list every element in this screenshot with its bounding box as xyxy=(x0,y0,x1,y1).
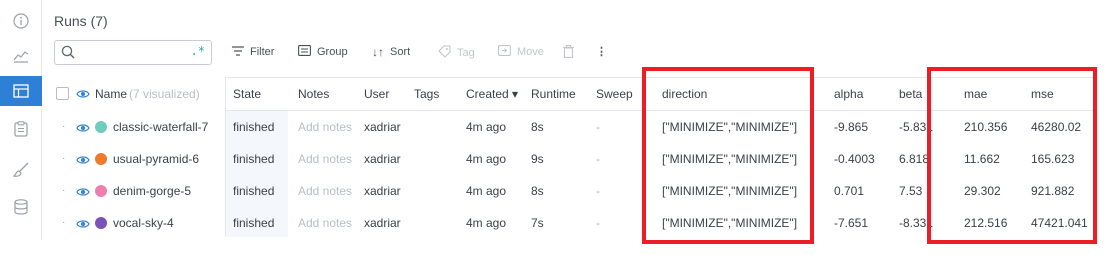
highlight-box-metrics xyxy=(927,67,1097,244)
filter-icon xyxy=(232,45,244,59)
cell-sweep: - xyxy=(596,152,600,166)
cell-user: xadriar xyxy=(364,184,401,198)
header-state[interactable]: State xyxy=(233,77,261,111)
run-name-link[interactable]: denim-gorge-5 xyxy=(113,175,191,207)
info-icon[interactable] xyxy=(0,6,42,36)
filter-button[interactable]: Filter xyxy=(232,45,274,59)
cell-state: finished xyxy=(233,152,275,166)
table-row[interactable]: · classic-waterfall-7 finished Add notes xad… xyxy=(0,111,1081,143)
cell-created: 4m ago xyxy=(466,216,507,230)
cell-notes[interactable]: Add notes xyxy=(298,175,352,207)
group-button[interactable]: Group xyxy=(298,45,348,59)
cell-sweep: - xyxy=(596,216,600,230)
eye-icon[interactable] xyxy=(76,111,90,143)
filter-label: Filter xyxy=(250,46,275,58)
run-name-link[interactable]: usual-pyramid-6 xyxy=(113,143,199,175)
header-runtime[interactable]: Runtime xyxy=(531,77,576,111)
search-input[interactable]: .* xyxy=(54,40,212,65)
sort-button[interactable]: ↓↑ Sort xyxy=(372,45,410,59)
move-icon xyxy=(498,45,511,59)
cell-state: finished xyxy=(233,184,275,198)
row-handle-icon[interactable]: · xyxy=(62,143,65,175)
cell-notes[interactable]: Add notes xyxy=(298,111,352,143)
eye-icon[interactable] xyxy=(76,77,90,109)
highlight-box-direction xyxy=(642,67,814,244)
cell-alpha: 0.701 xyxy=(834,184,865,198)
cell-runtime: 8s xyxy=(531,184,544,198)
header-sweep[interactable]: Sweep xyxy=(596,77,633,111)
header-created-label: Created xyxy=(466,87,509,101)
sort-icon: ↓↑ xyxy=(372,45,384,59)
cell-alpha: -7.651 xyxy=(834,216,869,230)
cell-notes[interactable]: Add notes xyxy=(298,207,352,239)
cell-alpha: -9.865 xyxy=(834,120,869,134)
group-label: Group xyxy=(317,46,348,58)
run-color-dot[interactable] xyxy=(95,121,107,133)
cell-created: 4m ago xyxy=(466,120,507,134)
move-button[interactable]: Move xyxy=(498,45,544,59)
cell-user: xadriar xyxy=(364,152,401,166)
cell-beta: 7.53 xyxy=(899,184,923,198)
run-color-dot[interactable] xyxy=(95,185,107,197)
move-label: Move xyxy=(517,46,544,58)
run-color-dot[interactable] xyxy=(95,153,107,165)
visualized-count: (7 visualized) xyxy=(129,87,200,101)
sort-label: Sort xyxy=(390,46,411,58)
cell-runtime: 8s xyxy=(531,120,544,134)
regex-toggle[interactable]: .* xyxy=(191,44,205,58)
row-handle-icon[interactable]: · xyxy=(62,207,65,239)
run-color-dot[interactable] xyxy=(95,217,107,229)
cell-runtime: 7s xyxy=(531,216,544,230)
eye-icon[interactable] xyxy=(76,207,90,239)
group-icon xyxy=(298,45,311,59)
run-name-link[interactable]: vocal-sky-4 xyxy=(113,207,174,239)
cell-alpha: -0.4003 xyxy=(834,152,875,166)
cell-sweep: - xyxy=(596,184,600,198)
chart-icon[interactable] xyxy=(0,40,42,70)
more-options-button[interactable]: ⋮ xyxy=(596,45,607,58)
header-created[interactable]: Created ▾ xyxy=(466,77,518,111)
header-user[interactable]: User xyxy=(364,77,389,111)
row-handle-icon[interactable]: · xyxy=(62,175,65,207)
cell-beta: 6.818 xyxy=(899,152,930,166)
cell-state: finished xyxy=(233,120,275,134)
table-icon[interactable] xyxy=(0,76,42,106)
table-row[interactable]: · denim-gorge-5 finished Add notes xadriar 4m… xyxy=(0,175,1074,207)
tag-label: Tag xyxy=(457,47,475,59)
page-title: Runs (7) xyxy=(54,13,108,29)
header-beta[interactable]: beta xyxy=(899,77,922,111)
table-row[interactable]: · usual-pyramid-6 finished Add notes xadriar… xyxy=(0,143,1074,175)
eye-icon[interactable] xyxy=(76,175,90,207)
search-icon xyxy=(61,45,75,62)
cell-user: xadriar xyxy=(364,120,401,134)
trash-icon xyxy=(563,45,574,61)
tag-button[interactable]: Tag xyxy=(438,45,475,61)
cell-notes[interactable]: Add notes xyxy=(298,143,352,175)
eye-icon[interactable] xyxy=(76,143,90,175)
run-name-link[interactable]: classic-waterfall-7 xyxy=(113,111,208,143)
tag-icon xyxy=(438,45,451,61)
cell-created: 4m ago xyxy=(466,152,507,166)
cell-runtime: 9s xyxy=(531,152,544,166)
cell-sweep: - xyxy=(596,120,600,134)
cell-user: xadriar xyxy=(364,216,401,230)
name-column-header[interactable]: Name (7 visualized) xyxy=(42,77,225,111)
cell-created: 4m ago xyxy=(466,184,507,198)
header-alpha[interactable]: alpha xyxy=(834,77,863,111)
row-handle-icon[interactable]: · xyxy=(62,111,65,143)
sort-desc-icon: ▾ xyxy=(512,87,519,101)
name-header-label: Name xyxy=(95,87,128,101)
header-notes[interactable]: Notes xyxy=(298,77,329,111)
cell-state: finished xyxy=(233,216,275,230)
select-all-checkbox[interactable] xyxy=(56,87,69,100)
header-tags[interactable]: Tags xyxy=(414,77,439,111)
delete-button[interactable] xyxy=(563,45,574,61)
table-row[interactable]: · vocal-sky-4 finished Add notes xadriar 4m a… xyxy=(0,207,1088,239)
